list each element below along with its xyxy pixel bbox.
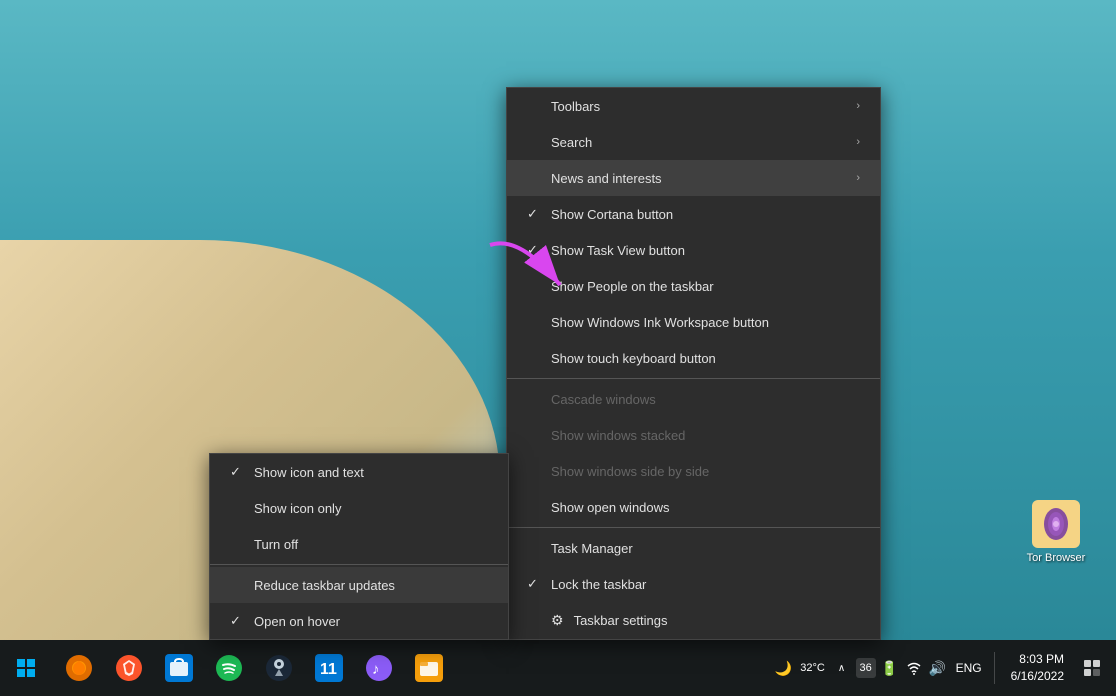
- menu-item-people[interactable]: Show People on the taskbar: [507, 268, 880, 304]
- search-label: Search: [551, 135, 592, 150]
- separator-1: [507, 378, 880, 379]
- wifi-signal: [906, 660, 922, 676]
- separator-2: [507, 527, 880, 528]
- windows-logo: [17, 659, 35, 677]
- taskmanager-label: Task Manager: [551, 541, 633, 556]
- check-taskview: ✓: [527, 242, 547, 258]
- wifi-icon[interactable]: [904, 658, 924, 678]
- tor-icon-svg: [1032, 500, 1080, 548]
- menu-item-stacked: Show windows stacked: [507, 417, 880, 453]
- taskbar-firefox[interactable]: [56, 645, 102, 691]
- check-lock: ✓: [527, 576, 547, 592]
- sub-item-open-hover[interactable]: ✓ Open on hover: [210, 603, 508, 639]
- notification-icon: [1083, 659, 1101, 677]
- settings-gear-icon: ⚙: [551, 612, 564, 629]
- lock-label: Lock the taskbar: [551, 577, 646, 592]
- openwindows-label: Show open windows: [551, 500, 670, 515]
- start-button[interactable]: [0, 640, 52, 696]
- sub-item-reduce-updates[interactable]: Reduce taskbar updates: [210, 567, 508, 603]
- sub-item-show-icon-text[interactable]: ✓ Show icon and text: [210, 454, 508, 490]
- tor-browser-icon[interactable]: Tor Browser: [1016, 500, 1096, 564]
- hover-label: Open on hover: [254, 614, 340, 629]
- taskbar-brave[interactable]: [106, 645, 152, 691]
- svg-text:♪: ♪: [372, 661, 380, 678]
- brave-icon: [115, 654, 143, 682]
- icon-text-label: Show icon and text: [254, 465, 364, 480]
- notification-center-button[interactable]: [1076, 648, 1108, 688]
- sidebyside-label: Show windows side by side: [551, 464, 709, 479]
- steam-icon: [265, 654, 293, 682]
- taskview-label: Show Task View button: [551, 243, 685, 258]
- settings-label: Taskbar settings: [574, 613, 668, 628]
- arrow-search: ›: [856, 136, 860, 148]
- cascade-label: Cascade windows: [551, 392, 656, 407]
- main-context-menu: Toolbars › Search › News and interests ›…: [506, 87, 881, 640]
- touch-label: Show touch keyboard button: [551, 351, 716, 366]
- menu-item-taskview[interactable]: ✓ Show Task View button: [507, 232, 880, 268]
- taskbar-steam[interactable]: [256, 645, 302, 691]
- clock-date: 6/16/2022: [1011, 668, 1064, 685]
- language-label[interactable]: ENG: [952, 661, 986, 675]
- taskbar-music[interactable]: ♪: [356, 645, 402, 691]
- sub-separator: [210, 564, 508, 565]
- tray-expand-icon[interactable]: ∧: [832, 658, 852, 678]
- firefox-icon: [65, 654, 93, 682]
- clock-display[interactable]: 8:03 PM 6/16/2022: [1003, 651, 1072, 685]
- taskbar: 11 ♪ 🌙 32°C ∧ 36 🔋: [0, 640, 1116, 696]
- moon-icon[interactable]: 🌙: [774, 658, 794, 678]
- taskbar-windows11[interactable]: 11: [306, 645, 352, 691]
- icon-only-label: Show icon only: [254, 501, 341, 516]
- menu-item-taskmanager[interactable]: Task Manager: [507, 530, 880, 566]
- badge-number: 36: [856, 658, 876, 678]
- battery-icon[interactable]: 🔋: [880, 658, 900, 678]
- menu-item-touch[interactable]: Show touch keyboard button: [507, 340, 880, 376]
- ink-label: Show Windows Ink Workspace button: [551, 315, 769, 330]
- check-icon-text: ✓: [230, 464, 250, 480]
- toolbars-label: Toolbars: [551, 99, 600, 114]
- store-icon: [165, 654, 193, 682]
- arrow-news: ›: [856, 172, 860, 184]
- stacked-label: Show windows stacked: [551, 428, 685, 443]
- windows11-icon: 11: [315, 654, 343, 682]
- turn-off-label: Turn off: [254, 537, 298, 552]
- menu-item-toolbars[interactable]: Toolbars ›: [507, 88, 880, 124]
- taskbar-files[interactable]: [406, 645, 452, 691]
- sub-item-show-icon-only[interactable]: Show icon only: [210, 490, 508, 526]
- music-icon: ♪: [365, 654, 393, 682]
- taskbar-store[interactable]: [156, 645, 202, 691]
- files-icon: [415, 654, 443, 682]
- cortana-label: Show Cortana button: [551, 207, 673, 222]
- spotify-icon: [215, 654, 243, 682]
- check-cortana: ✓: [527, 206, 547, 222]
- volume-icon[interactable]: 🔊: [928, 658, 948, 678]
- menu-item-search[interactable]: Search ›: [507, 124, 880, 160]
- clock-time: 8:03 PM: [1011, 651, 1064, 668]
- taskbar-spotify[interactable]: [206, 645, 252, 691]
- menu-item-sidebyside: Show windows side by side: [507, 453, 880, 489]
- sub-context-menu: ✓ Show icon and text Show icon only Turn…: [209, 453, 509, 640]
- people-label: Show People on the taskbar: [551, 279, 714, 294]
- tor-browser-label: Tor Browser: [1016, 552, 1096, 564]
- taskbar-app-list: 11 ♪: [52, 645, 456, 691]
- sub-item-turn-off[interactable]: Turn off: [210, 526, 508, 562]
- menu-item-openwindows[interactable]: Show open windows: [507, 489, 880, 525]
- menu-item-lock[interactable]: ✓ Lock the taskbar: [507, 566, 880, 602]
- temperature-display: 32°C: [798, 658, 828, 678]
- tray-divider: [994, 652, 995, 684]
- arrow-toolbars: ›: [856, 100, 860, 112]
- news-label: News and interests: [551, 171, 662, 186]
- menu-item-ink[interactable]: Show Windows Ink Workspace button: [507, 304, 880, 340]
- menu-item-news[interactable]: News and interests ›: [507, 160, 880, 196]
- reduce-label: Reduce taskbar updates: [254, 578, 395, 593]
- menu-item-settings[interactable]: ⚙ Taskbar settings: [507, 602, 880, 639]
- system-tray: 🌙 32°C ∧ 36 🔋 🔊 ENG 8:03 PM 6/16/2022: [774, 648, 1116, 688]
- svg-text:11: 11: [320, 661, 337, 678]
- menu-item-cascade: Cascade windows: [507, 381, 880, 417]
- check-hover: ✓: [230, 613, 250, 629]
- menu-item-cortana[interactable]: ✓ Show Cortana button: [507, 196, 880, 232]
